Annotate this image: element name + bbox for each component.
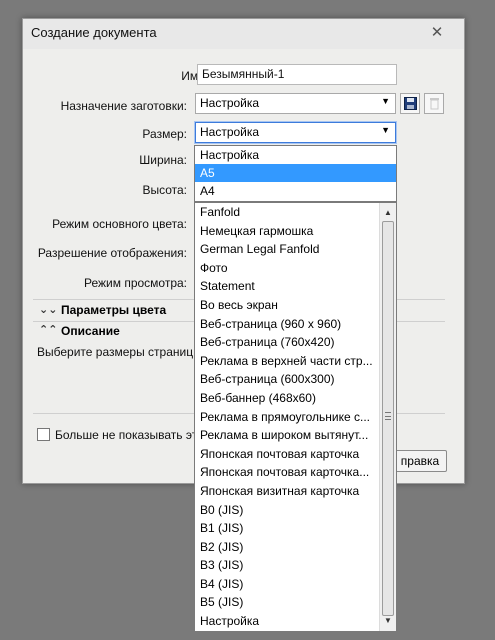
dropdown-option[interactable]: Реклама в верхней части стр...: [195, 352, 378, 371]
dropdown-option[interactable]: Во весь экран: [195, 296, 378, 315]
resolution-label: Разрешение отображения:: [37, 246, 187, 260]
size-dropdown-list: Fanfold Немецкая гармошка German Legal F…: [194, 202, 397, 632]
dropdown-option[interactable]: German Legal Fanfold: [195, 240, 378, 259]
dropdown-option-selected[interactable]: A5: [195, 164, 396, 182]
preset-select[interactable]: Настройка ▼: [195, 93, 396, 114]
dropdown-option[interactable]: Statement: [195, 277, 378, 296]
dropdown-scrollbar[interactable]: ▲ ▼: [379, 203, 396, 631]
preset-label: Назначение заготовки:: [60, 99, 187, 113]
view-mode-label: Режим просмотра:: [83, 276, 187, 290]
dropdown-option[interactable]: B2 (JIS): [195, 538, 378, 557]
color-params-toggle[interactable]: Параметры цвета: [61, 303, 166, 317]
dropdown-option[interactable]: Fanfold: [195, 203, 378, 222]
size-select[interactable]: Настройка ▼: [195, 122, 396, 143]
grip-icon: [385, 412, 391, 420]
dropdown-option[interactable]: Реклама в широком вытянут...: [195, 426, 378, 445]
save-icon: [403, 97, 417, 110]
scrollbar-thumb[interactable]: [382, 221, 394, 616]
dropdown-option[interactable]: A4: [195, 182, 396, 200]
dropdown-option[interactable]: B5 (JIS): [195, 593, 378, 612]
size-select-value: Настройка: [200, 125, 260, 139]
dropdown-option[interactable]: B0 (JIS): [195, 501, 378, 520]
name-field[interactable]: Безымянный-1: [197, 64, 397, 85]
scroll-up-arrow-icon[interactable]: ▲: [380, 205, 396, 221]
chevron-down-icon: ▼: [381, 125, 390, 135]
dropdown-option[interactable]: Веб-страница (600x300): [195, 370, 378, 389]
dropdown-option[interactable]: Веб-страница (960 x 960): [195, 315, 378, 334]
name-label: Имя:: [181, 69, 208, 83]
dropdown-option[interactable]: Фото: [195, 259, 378, 278]
dropdown-option[interactable]: Настройка: [195, 146, 396, 164]
dont-show-label: Больше не показывать эт: [55, 428, 198, 442]
dropdown-option[interactable]: B1 (JIS): [195, 519, 378, 538]
chevron-down-icon: ▼: [381, 96, 390, 106]
dropdown-option[interactable]: Настройка: [195, 612, 378, 631]
description-toggle[interactable]: Описание: [61, 324, 120, 338]
size-label: Размер:: [142, 127, 187, 141]
save-preset-button[interactable]: [400, 93, 420, 114]
dropdown-option[interactable]: Немецкая гармошка: [195, 222, 378, 241]
dropdown-option[interactable]: Японская визитная карточка: [195, 482, 378, 501]
dropdown-option[interactable]: B4 (JIS): [195, 575, 378, 594]
trash-icon: [429, 98, 439, 110]
description-text: Выберите размеры страниц д: [37, 345, 204, 359]
dont-show-checkbox[interactable]: [37, 428, 50, 441]
dropdown-option[interactable]: B3 (JIS): [195, 556, 378, 575]
width-label: Ширина:: [139, 153, 187, 167]
collapse-chevron-icon[interactable]: ⌃⌃: [39, 323, 57, 336]
height-label: Высота:: [142, 183, 187, 197]
dropdown-option[interactable]: Веб-страница (760x420): [195, 333, 378, 352]
delete-preset-button[interactable]: [424, 93, 444, 114]
dropdown-option[interactable]: Японская почтовая карточка...: [195, 463, 378, 482]
help-button[interactable]: правка: [393, 450, 447, 472]
preset-select-value: Настройка: [200, 96, 260, 110]
size-dropdown-top: Настройка A5 A4: [194, 145, 397, 202]
color-mode-label: Режим основного цвета:: [52, 217, 187, 231]
dropdown-option[interactable]: Веб-баннер (468x60): [195, 389, 378, 408]
dropdown-option[interactable]: Японская почтовая карточка: [195, 445, 378, 464]
dropdown-option[interactable]: Реклама в прямоугольнике с...: [195, 408, 378, 427]
expand-chevron-icon[interactable]: ⌄⌄: [39, 303, 57, 316]
scroll-down-arrow-icon[interactable]: ▼: [380, 613, 396, 629]
